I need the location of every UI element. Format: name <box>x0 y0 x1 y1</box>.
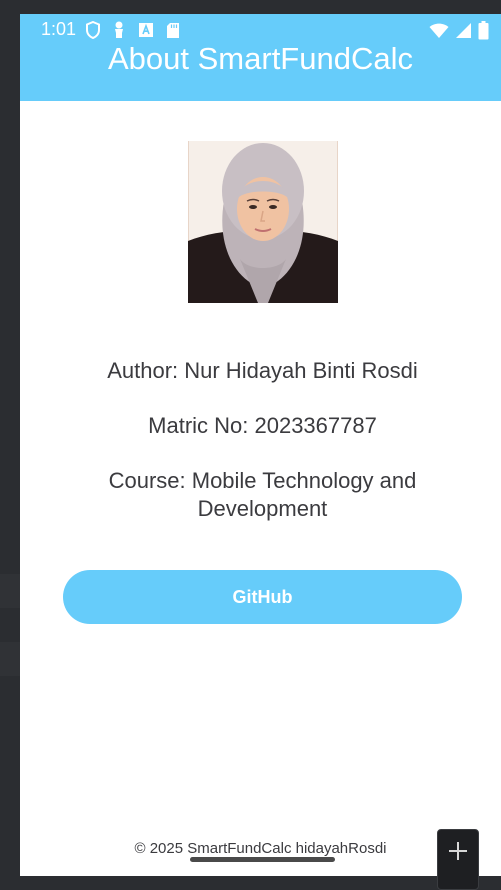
add-button[interactable] <box>437 829 479 890</box>
emulator-bottom-bar <box>0 876 501 890</box>
emulator-window: 1:01 About SmartFundCalc Author: Nur Hid… <box>0 0 501 890</box>
home-indicator[interactable] <box>190 857 335 862</box>
profile-portrait-icon <box>188 141 338 303</box>
matric-text: Matric No: 2023367787 <box>148 413 377 438</box>
side-panel-band <box>0 642 20 676</box>
text-a-icon <box>139 23 153 37</box>
github-button[interactable]: GitHub <box>63 570 462 624</box>
app-bar: 1:01 About SmartFundCalc <box>20 14 501 101</box>
profile-photo <box>188 141 338 303</box>
phone-screen: 1:01 About SmartFundCalc Author: Nur Hid… <box>20 14 501 876</box>
wifi-icon <box>429 23 449 38</box>
emulator-side-panel <box>0 14 21 890</box>
status-system-icons <box>429 21 489 40</box>
author-text: Author: Nur Hidayah Binti Rosdi <box>107 358 418 383</box>
plus-icon <box>449 842 467 860</box>
course-text: Course: Mobile Technology and Developmen… <box>108 468 417 521</box>
battery-icon <box>478 21 489 40</box>
status-notification-icons <box>86 21 180 39</box>
footer-copyright: © 2025 SmartFundCalc hidayahRosdi <box>134 840 387 857</box>
status-time: 1:01 <box>41 19 77 39</box>
side-panel-band <box>0 574 20 608</box>
shield-icon <box>86 21 100 39</box>
sd-card-icon <box>167 22 179 38</box>
person-icon <box>115 21 123 38</box>
emulator-top-bar <box>0 0 501 14</box>
page-title: About SmartFundCalc <box>108 41 413 76</box>
cellular-signal-icon <box>456 23 471 38</box>
